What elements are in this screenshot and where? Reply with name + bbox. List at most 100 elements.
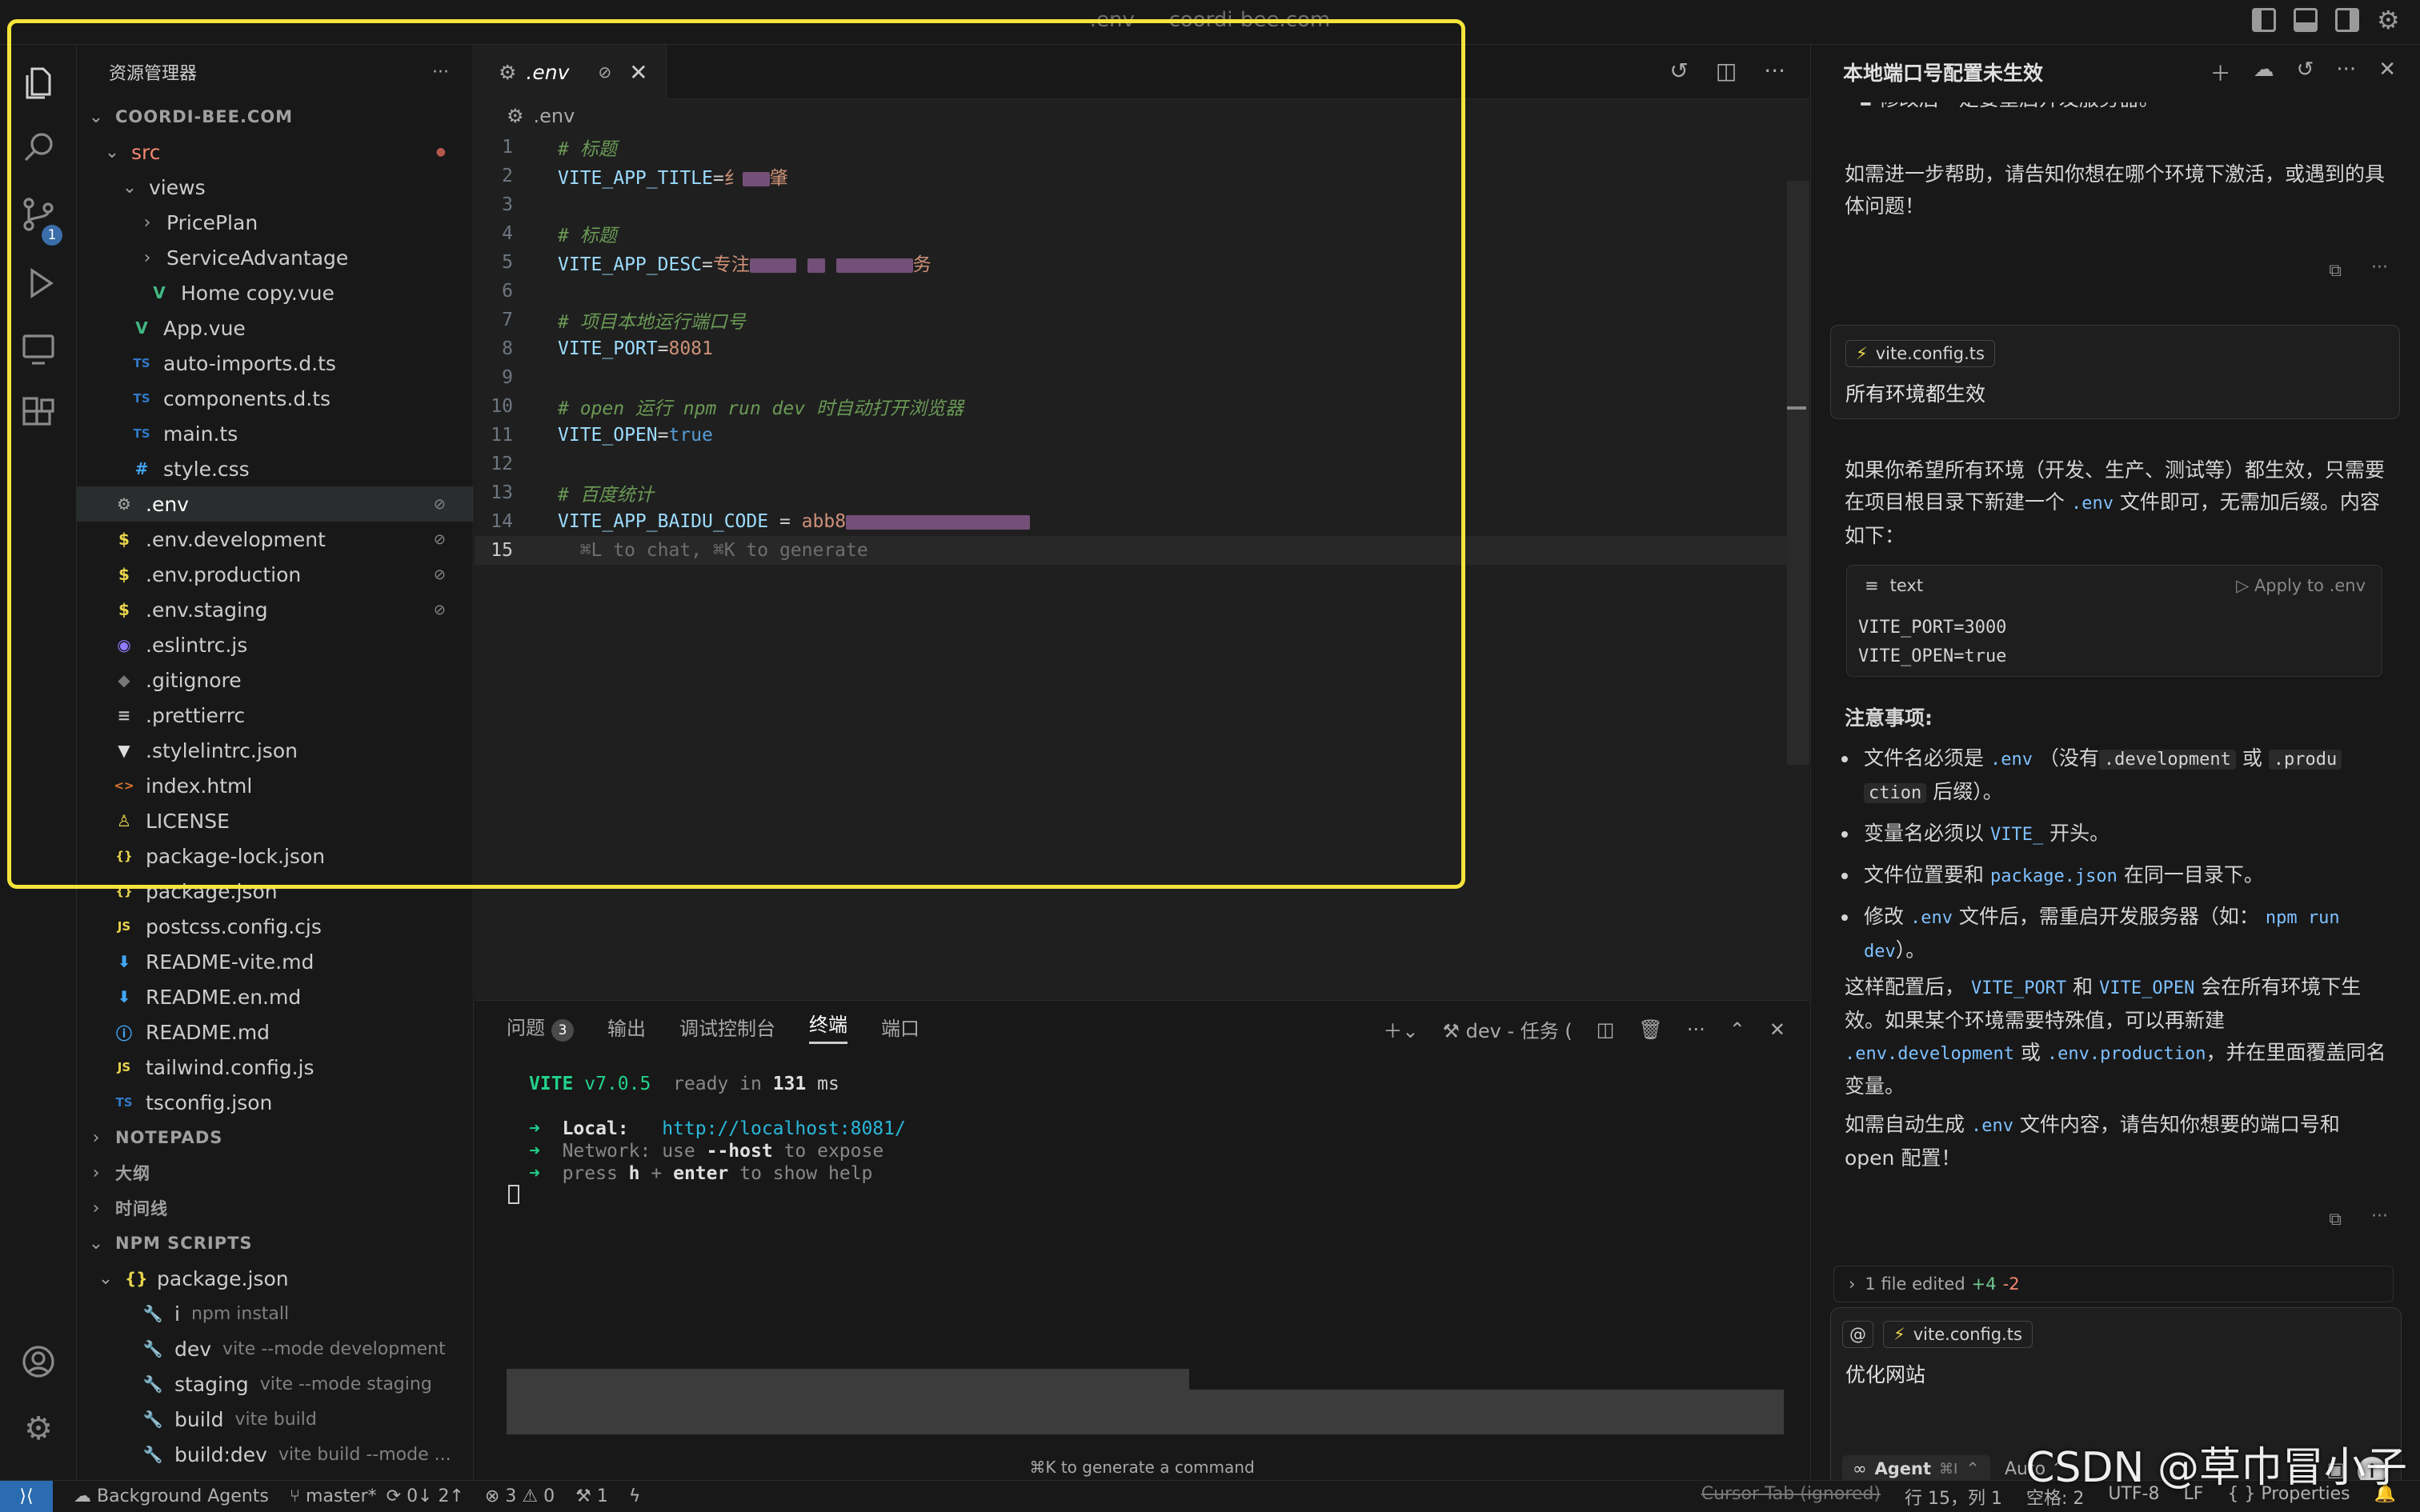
sync-item[interactable]: ⟳ 0↓ 2↑ [387, 1486, 464, 1506]
copy-icon[interactable]: ⧉ [2329, 261, 2342, 281]
lightning-icon[interactable]: ϟ [629, 1486, 641, 1506]
file-tree-item[interactable]: JS postcss.config.cjs [77, 909, 473, 944]
npm-script-item[interactable]: 🔧 build vite build [77, 1402, 473, 1437]
file-tree-item[interactable]: {} package.json [77, 874, 473, 909]
remote-indicator-icon[interactable]: ⟩⟨ [0, 1480, 53, 1512]
file-tree-item[interactable]: <> index.html [77, 768, 473, 803]
file-tree-item[interactable]: $ .env.production ⊘ [77, 557, 473, 592]
kill-terminal-icon[interactable]: 🗑 [1638, 1018, 1662, 1041]
npm-script-item[interactable]: 🔧 i npm install [77, 1296, 473, 1331]
file-tree-item[interactable]: ⚙ .env ⊘ [77, 486, 473, 522]
copy-icon[interactable]: ⧉ [2329, 1210, 2342, 1230]
file-tree-item[interactable]: $ .env.staging ⊘ [77, 592, 473, 627]
file-tree-item[interactable]: › PricePlan [77, 205, 473, 240]
task-terminal-tab[interactable]: ⚒ dev - 任务 ( [1442, 1015, 1572, 1043]
file-tree-item[interactable]: ◉ .eslintrc.js [77, 627, 473, 662]
history-icon[interactable]: ↺ [2297, 58, 2314, 87]
history-icon[interactable]: ↺ [1669, 58, 1688, 84]
problems-item[interactable]: ⊗ 3 ⚠ 0 [485, 1486, 555, 1506]
file-tree-item[interactable]: ⌄ src ● [77, 134, 473, 170]
toggle-secondary-sidebar-icon[interactable] [2335, 8, 2359, 32]
more-icon[interactable]: ··· [2371, 258, 2388, 278]
npm-script-item[interactable]: 🔧 build:dev vite build --mode ... [77, 1437, 473, 1472]
file-tree-item[interactable]: ≡ .prettierrc [77, 698, 473, 733]
npm-script-item[interactable]: 🔧 dev vite --mode development [77, 1331, 473, 1366]
cursor-tab-status[interactable]: Cursor Tab (ignored) [1701, 1484, 1881, 1510]
file-tree-item[interactable]: V App.vue [77, 310, 473, 346]
files-edited-summary[interactable]: › 1 file edited +4 -2 [1833, 1266, 2394, 1302]
composer-input[interactable]: 优化网站 [1831, 1348, 2401, 1396]
file-tree-item[interactable]: # style.css [77, 451, 473, 486]
tab-output[interactable]: 输出 [607, 1013, 646, 1041]
file-tree-item[interactable]: ⬇ README-vite.md [77, 944, 473, 979]
user-message[interactable]: ⚡ vite.config.ts 所有环境都生效 [1830, 325, 2400, 419]
file-tree-item[interactable]: {} package-lock.json [77, 838, 473, 874]
toggle-primary-sidebar-icon[interactable] [2252, 8, 2276, 32]
npm-script-item[interactable]: 🔧 staging vite --mode staging [77, 1366, 473, 1402]
file-tree-item[interactable]: $ .env.development ⊘ [77, 522, 473, 557]
tab-problems[interactable]: 问题 3 [507, 1012, 574, 1042]
run-debug-icon[interactable] [19, 264, 58, 302]
more-actions-icon[interactable]: ··· [1764, 58, 1785, 84]
tools-item[interactable]: ⚒ 1 [575, 1486, 608, 1506]
settings-gear-icon[interactable]: ⚙ [2377, 7, 2401, 33]
close-panel-icon[interactable]: ✕ [1769, 1018, 1785, 1041]
more-icon[interactable]: ··· [1687, 1018, 1705, 1041]
file-tree-item[interactable]: TS tsconfig.json [77, 1085, 473, 1120]
editor-scrollbar[interactable] [1787, 181, 1809, 765]
tab-terminal[interactable]: 终端 [809, 1009, 847, 1044]
section-notepads[interactable]: › NOTEPADS [77, 1120, 473, 1155]
file-tree-item[interactable]: TS main.ts [77, 416, 473, 451]
file-chip[interactable]: ⚡ vite.config.ts [1845, 340, 1995, 367]
project-root[interactable]: ⌄ COORDI-BEE.COM [77, 99, 473, 134]
extensions-icon[interactable] [19, 395, 58, 434]
file-tree-item[interactable]: ⬇ README.en.md [77, 979, 473, 1014]
section-outline[interactable]: › 大纲 [77, 1155, 473, 1190]
code-area[interactable]: 1 # 标题 2 VITE_APP_TITLE=纟肇 3 4 # 标题 5 VITE_APP_D… [475, 133, 1809, 565]
file-tree-item[interactable]: V Home copy.vue [77, 275, 473, 310]
apply-button[interactable]: ▷ Apply to .env [2236, 576, 2366, 595]
file-tree-item[interactable]: › ServiceAdvantage [77, 240, 473, 275]
branch-item[interactable]: ⑂ master* [290, 1486, 377, 1506]
background-agents-item[interactable]: ☁ Background Agents [74, 1486, 269, 1506]
breadcrumb[interactable]: ⚙ .env [475, 99, 1809, 133]
new-terminal-icon[interactable]: ＋⌄ [1383, 1015, 1418, 1043]
agent-mode-button[interactable]: ∞ Agent ⌘I ⌃ [1842, 1455, 1990, 1482]
file-tree-item[interactable]: TS auto-imports.d.ts [77, 346, 473, 381]
section-timeline[interactable]: › 时间线 [77, 1190, 473, 1226]
cursor-position[interactable]: 行 15，列 1 [1905, 1484, 2002, 1510]
file-tree-item[interactable]: ⌄ views [77, 170, 473, 205]
more-icon[interactable]: ··· [2371, 1206, 2388, 1226]
terminal-output[interactable]: VITE v7.0.5 ready in 131 ms ➜ Local: htt… [475, 1052, 1809, 1210]
tab-env[interactable]: ⚙ .env ⊘ ✕ [475, 45, 667, 99]
account-icon[interactable] [19, 1342, 58, 1381]
cloud-icon[interactable]: ☁ [2254, 58, 2274, 87]
tab-debug-console[interactable]: 调试控制台 [679, 1013, 775, 1041]
file-tree-item[interactable]: JS tailwind.config.js [77, 1050, 473, 1085]
file-tree-item[interactable]: TS components.d.ts [77, 381, 473, 416]
term-local-url[interactable]: http://localhost:8081/ [662, 1118, 906, 1139]
file-tree-item[interactable]: ⓘ README.md [77, 1014, 473, 1050]
composer-file-chip[interactable]: ⚡ vite.config.ts [1883, 1321, 2033, 1348]
close-tab-icon[interactable]: ✕ [629, 59, 647, 86]
manage-gear-icon[interactable]: ⚙ [19, 1410, 58, 1448]
npm-package-json[interactable]: ⌄ {} package.json [77, 1261, 473, 1296]
tab-ports[interactable]: 端口 [881, 1013, 920, 1041]
remote-explorer-icon[interactable] [19, 330, 58, 368]
toggle-panel-icon[interactable] [2294, 8, 2318, 32]
search-icon[interactable] [19, 128, 58, 166]
file-tree-item[interactable]: ▼ .stylelintrc.json [77, 733, 473, 768]
explorer-more-icon[interactable]: ··· [432, 62, 449, 82]
split-terminal-icon[interactable]: ◫ [1597, 1018, 1615, 1041]
explorer-files-icon[interactable] [19, 64, 58, 102]
close-chat-icon[interactable]: ✕ [2378, 58, 2396, 87]
file-tree-item[interactable]: ♙ LICENSE [77, 803, 473, 838]
file-tree-item[interactable]: ◆ .gitignore [77, 662, 473, 698]
code-block[interactable]: ≡ text ▷ Apply to .env VITE_PORT=3000 VITE… [1846, 565, 2382, 677]
split-editor-icon[interactable]: ◫ [1716, 58, 1737, 84]
maximize-panel-icon[interactable]: ⌃ [1729, 1018, 1745, 1041]
mention-icon[interactable]: @ [1842, 1321, 1873, 1348]
section-npm-scripts[interactable]: ⌄ NPM SCRIPTS [77, 1226, 473, 1261]
new-chat-icon[interactable]: ＋ [2210, 58, 2231, 87]
more-icon[interactable]: ··· [2336, 58, 2356, 87]
